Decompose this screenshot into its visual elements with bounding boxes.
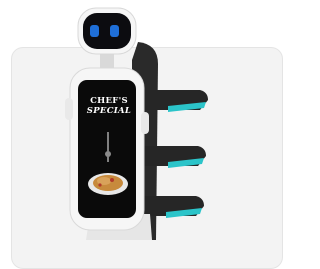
- robot-illustration: [65, 7, 208, 240]
- headline-line-2: SPECIAL: [86, 106, 132, 116]
- headline-line-1: CHEF'S: [90, 96, 128, 106]
- pasta-dish-icon: [88, 173, 128, 195]
- screen-headline: CHEF'S SPECIAL: [86, 96, 132, 116]
- robot-head-icon: [77, 7, 137, 55]
- robot-body: [65, 67, 149, 231]
